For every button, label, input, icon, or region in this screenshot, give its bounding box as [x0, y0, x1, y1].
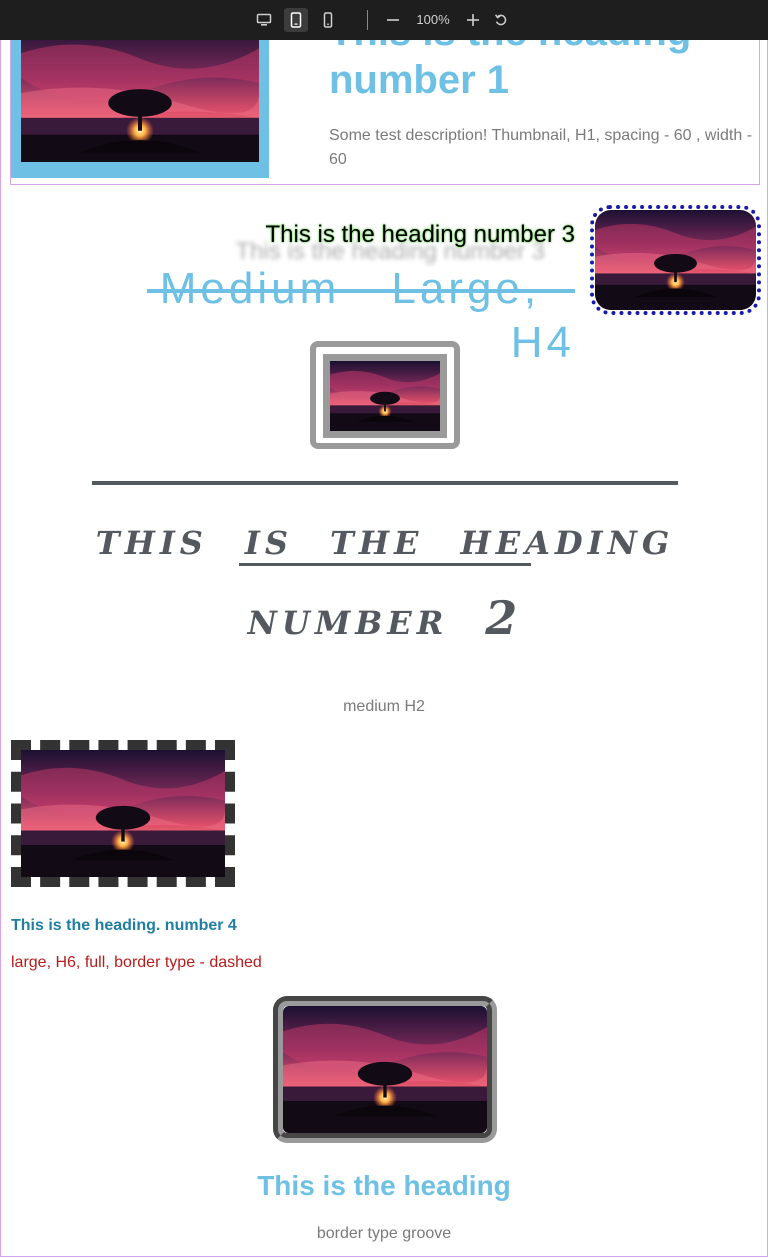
editor-toolbar: 100% — [0, 0, 768, 40]
heading-3: This is the heading number 3 — [265, 221, 575, 248]
section-heading-1[interactable]: This is the heading number 1 Some test d… — [10, 10, 760, 185]
dashed-border-image[interactable] — [11, 740, 235, 887]
tablet-icon[interactable] — [284, 8, 308, 32]
divider-line — [92, 481, 678, 485]
zoom-level: 100% — [416, 12, 450, 27]
thumbnail-frame[interactable] — [11, 28, 269, 178]
reset-icon[interactable] — [489, 8, 513, 32]
sunset-tree-image — [330, 361, 440, 431]
sunset-tree-image — [595, 210, 756, 310]
zoom-out-icon[interactable] — [381, 8, 405, 32]
groove-border-image[interactable] — [273, 996, 497, 1143]
heading-2: this is the heading number 2 — [95, 511, 675, 645]
page-canvas: This is the heading number 1 Some test d… — [0, 10, 768, 1257]
sunset-tree-image — [283, 1006, 487, 1133]
sunset-tree-image — [21, 34, 259, 162]
heading-groove: This is the heading — [257, 1170, 511, 1201]
desktop-icon[interactable] — [252, 8, 276, 32]
heading-groove-description: border type groove — [316, 1225, 452, 1242]
heading-6: This is the heading. number 4 — [11, 917, 237, 934]
toolbar-divider — [367, 10, 368, 30]
heading-2-description: medium H2 — [343, 698, 425, 715]
zoom-in-icon[interactable] — [461, 8, 485, 32]
inner-frame — [323, 354, 447, 438]
framed-image[interactable] — [310, 341, 460, 449]
dotted-border-image[interactable] — [590, 205, 761, 315]
heading-3-wrapper: This is the heading number 3 This is the… — [101, 220, 575, 265]
sunset-tree-image — [21, 750, 225, 877]
heading-6-description: large, H6, full, border type - dashed — [11, 954, 262, 971]
heading-2-underline — [239, 563, 531, 566]
strike-line — [147, 289, 575, 293]
heading-1-description: Some test description! Thumbnail, H1, sp… — [329, 127, 753, 168]
mobile-icon[interactable] — [316, 8, 340, 32]
